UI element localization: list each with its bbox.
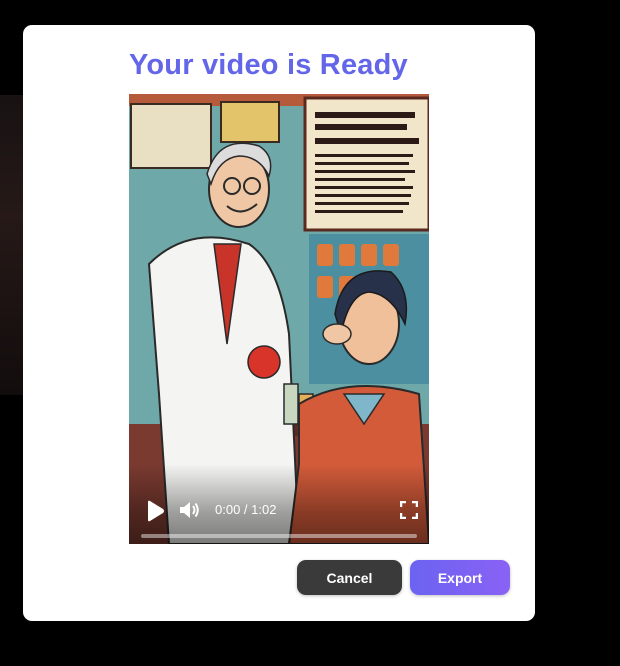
export-button[interactable]: Export <box>410 560 510 595</box>
volume-icon[interactable] <box>179 500 201 520</box>
modal-title: Your video is Ready <box>129 49 408 81</box>
video-player[interactable]: 0:00 / 1:02 <box>129 94 429 544</box>
time-display: 0:00 / 1:02 <box>215 502 277 517</box>
background-thumbnail <box>0 95 24 395</box>
cancel-button[interactable]: Cancel <box>297 560 402 595</box>
video-ready-modal: Your video is Ready 0:00 / 1:02 Cancel E… <box>23 25 535 621</box>
progress-bar[interactable] <box>141 534 417 538</box>
fullscreen-icon[interactable] <box>400 501 418 519</box>
play-icon[interactable] <box>145 500 165 522</box>
video-controls: 0:00 / 1:02 <box>129 464 429 544</box>
